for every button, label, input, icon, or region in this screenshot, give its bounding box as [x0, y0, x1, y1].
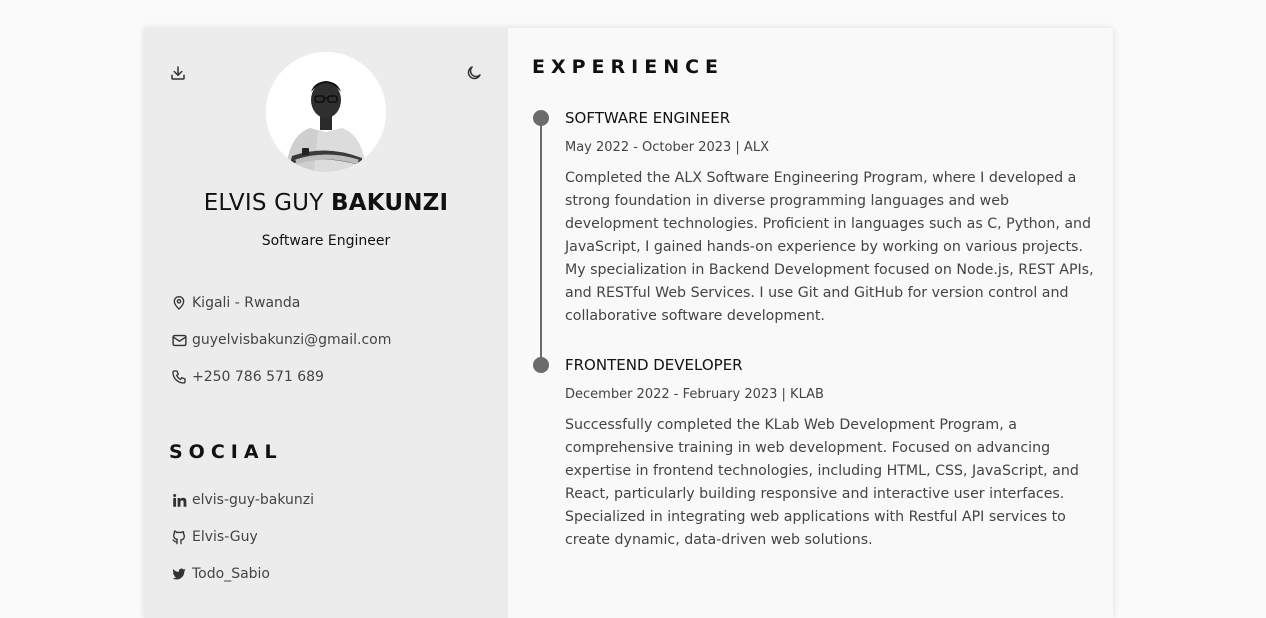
timeline-line [540, 118, 542, 365]
location-text: Kigali - Rwanda [192, 295, 301, 311]
first-names: ELVIS GUY [203, 190, 324, 216]
mail-icon [170, 331, 188, 349]
map-pin-icon [170, 294, 188, 312]
twitter-icon [170, 565, 188, 583]
job-title: SOFTWARE ENGINEER [565, 109, 731, 127]
job-description: Completed the ALX Software Engineering P… [565, 170, 1094, 324]
resume-card: ELVIS GUY BAKUNZI Software Engineer Kiga… [144, 28, 1113, 618]
job-description: Successfully completed the KLab Web Deve… [565, 417, 1079, 548]
social-twitter[interactable]: Todo_Sabio [170, 565, 270, 583]
job-meta: December 2022 - February 2023 | KLAB [565, 387, 824, 402]
contact-phone[interactable]: +250 786 571 689 [170, 368, 324, 386]
experience-item: SOFTWARE ENGINEER May 2022 - October 202… [565, 107, 1095, 328]
phone-link[interactable]: +250 786 571 689 [192, 369, 324, 385]
moon-icon[interactable] [464, 63, 484, 83]
download-icon[interactable] [168, 63, 188, 83]
phone-icon [170, 368, 188, 386]
job-title: FRONTEND DEVELOPER [565, 356, 743, 374]
job-meta: May 2022 - October 2023 | ALX [565, 140, 769, 155]
avatar-photo [266, 52, 386, 172]
social-heading: SOCIAL [169, 441, 283, 463]
github-link[interactable]: Elvis-Guy [192, 529, 258, 545]
job-role: Software Engineer [261, 233, 391, 249]
twitter-link[interactable]: Todo_Sabio [192, 566, 270, 582]
linkedin-link[interactable]: elvis-guy-bakunzi [192, 492, 314, 508]
contact-location: Kigali - Rwanda [170, 294, 300, 312]
contact-email[interactable]: guyelvisbakunzi@gmail.com [170, 331, 391, 349]
sidebar: ELVIS GUY BAKUNZI Software Engineer Kiga… [144, 28, 508, 618]
timeline-dot [533, 110, 549, 126]
timeline-dot [533, 357, 549, 373]
social-linkedin[interactable]: elvis-guy-bakunzi [170, 491, 314, 509]
github-icon [170, 528, 188, 546]
experience-item: FRONTEND DEVELOPER December 2022 - Febru… [565, 354, 1095, 552]
experience-heading: EXPERIENCE [532, 56, 725, 78]
email-link[interactable]: guyelvisbakunzi@gmail.com [192, 332, 391, 348]
avatar [266, 52, 386, 172]
linkedin-icon [170, 491, 188, 509]
social-github[interactable]: Elvis-Guy [170, 528, 258, 546]
last-name: BAKUNZI [330, 190, 449, 216]
main-content: EXPERIENCE SOFTWARE ENGINEER May 2022 - … [508, 28, 1113, 618]
full-name: ELVIS GUY BAKUNZI [144, 190, 508, 216]
